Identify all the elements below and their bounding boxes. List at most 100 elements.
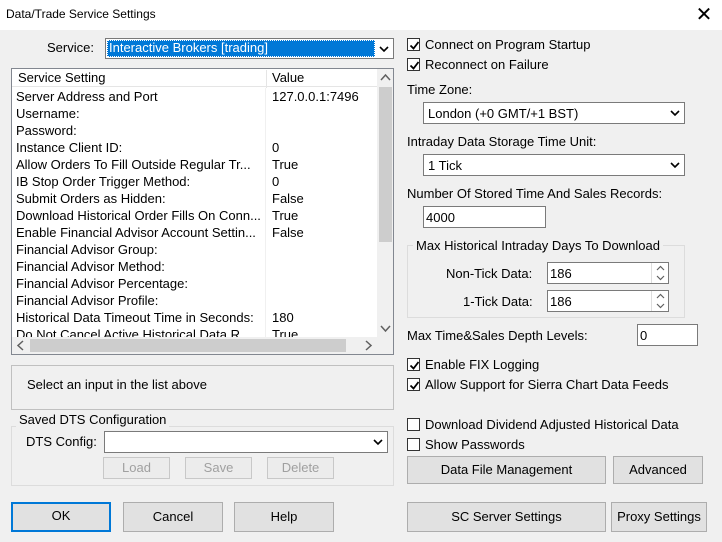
chevron-down-icon[interactable] bbox=[376, 40, 392, 57]
setting-value-cell[interactable]: 0 bbox=[272, 174, 279, 189]
checkmark-icon bbox=[409, 361, 420, 370]
checkmark-icon bbox=[409, 61, 420, 70]
reconnect-failure-label[interactable]: Reconnect on Failure bbox=[425, 57, 549, 72]
vertical-scrollbar[interactable] bbox=[377, 69, 394, 337]
setting-name-cell: Financial Advisor Method: bbox=[16, 259, 165, 274]
depth-levels-label: Max Time&Sales Depth Levels: bbox=[407, 328, 588, 343]
column-header-setting[interactable]: Service Setting bbox=[18, 70, 105, 85]
setting-name-cell: Username: bbox=[16, 106, 80, 121]
connect-startup-checkbox[interactable] bbox=[407, 38, 420, 51]
spin-up-icon[interactable] bbox=[652, 263, 669, 273]
dividend-adjusted-label[interactable]: Download Dividend Adjusted Historical Da… bbox=[425, 417, 679, 432]
dividend-adjusted-checkbox[interactable] bbox=[407, 418, 420, 431]
depth-levels-input[interactable]: 0 bbox=[637, 324, 698, 346]
storage-unit-dropdown[interactable]: 1 Tick bbox=[423, 154, 685, 176]
setting-value-cell[interactable]: 0 bbox=[272, 140, 279, 155]
save-button[interactable]: Save bbox=[185, 457, 252, 479]
one-tick-stepper[interactable]: 186 bbox=[547, 290, 669, 312]
table-row[interactable]: Enable Financial Advisor Account Settin.… bbox=[12, 224, 377, 241]
table-row[interactable]: Financial Advisor Method: bbox=[12, 258, 377, 275]
table-row[interactable]: Historical Data Timeout Time in Seconds:… bbox=[12, 309, 377, 326]
non-tick-stepper[interactable]: 186 bbox=[547, 262, 669, 284]
table-row[interactable]: Password: bbox=[12, 122, 377, 139]
delete-button[interactable]: Delete bbox=[267, 457, 334, 479]
non-tick-label: Non-Tick Data: bbox=[446, 266, 533, 281]
scroll-right-icon[interactable] bbox=[360, 337, 377, 354]
setting-name-cell: Instance Client ID: bbox=[16, 140, 123, 155]
chevron-down-icon[interactable] bbox=[667, 156, 683, 174]
service-dropdown[interactable]: Interactive Brokers [trading] bbox=[105, 38, 394, 59]
max-days-group-title: Max Historical Intraday Days To Download bbox=[413, 238, 663, 253]
dts-config-dropdown[interactable] bbox=[104, 431, 388, 453]
depth-levels-value: 0 bbox=[640, 328, 648, 343]
service-settings-list[interactable]: Service Setting Value Server Address and… bbox=[11, 68, 394, 355]
sierra-feeds-checkbox[interactable] bbox=[407, 378, 420, 391]
setting-name-cell: Enable Financial Advisor Account Settin.… bbox=[16, 225, 256, 240]
table-row[interactable]: Server Address and Port 127.0.0.1:7496 bbox=[12, 88, 377, 105]
stored-records-input[interactable]: 4000 bbox=[423, 206, 546, 228]
vertical-scroll-thumb[interactable] bbox=[379, 87, 392, 242]
setting-name-cell: Server Address and Port bbox=[16, 89, 158, 104]
setting-name-cell: IB Stop Order Trigger Method: bbox=[16, 174, 191, 189]
setting-name-cell: Financial Advisor Group: bbox=[16, 242, 158, 257]
show-passwords-checkbox[interactable] bbox=[407, 438, 420, 451]
data-file-management-button[interactable]: Data File Management bbox=[407, 456, 606, 484]
help-button[interactable]: Help bbox=[234, 502, 334, 532]
setting-name-cell: Historical Data Timeout Time in Seconds: bbox=[16, 310, 254, 325]
dts-config-label: DTS Config: bbox=[26, 434, 97, 449]
connect-startup-label[interactable]: Connect on Program Startup bbox=[425, 37, 590, 52]
table-row[interactable]: Submit Orders as Hidden: False bbox=[12, 190, 377, 207]
scroll-down-icon[interactable] bbox=[377, 320, 394, 337]
one-tick-value: 186 bbox=[550, 294, 572, 309]
close-icon[interactable]: ✕ bbox=[690, 2, 718, 28]
horizontal-scroll-thumb[interactable] bbox=[30, 339, 346, 352]
table-row[interactable]: Allow Orders To Fill Outside Regular Tr.… bbox=[12, 156, 377, 173]
setting-name-cell: Download Historical Order Fills On Conn.… bbox=[16, 208, 261, 223]
sierra-feeds-label[interactable]: Allow Support for Sierra Chart Data Feed… bbox=[425, 377, 669, 392]
scroll-left-icon[interactable] bbox=[12, 337, 29, 354]
advanced-button[interactable]: Advanced bbox=[613, 456, 703, 484]
sc-server-settings-button[interactable]: SC Server Settings bbox=[407, 502, 606, 532]
table-row[interactable]: Financial Advisor Percentage: bbox=[12, 275, 377, 292]
cancel-button[interactable]: Cancel bbox=[123, 502, 223, 532]
table-row[interactable]: Financial Advisor Profile: bbox=[12, 292, 377, 309]
stored-records-label: Number Of Stored Time And Sales Records: bbox=[407, 186, 663, 201]
ok-button[interactable]: OK bbox=[11, 502, 111, 532]
setting-value-cell[interactable]: 127.0.0.1:7496 bbox=[272, 89, 359, 104]
table-row[interactable]: Username: bbox=[12, 105, 377, 122]
spin-down-icon[interactable] bbox=[652, 273, 669, 283]
scroll-up-icon[interactable] bbox=[377, 69, 394, 86]
chevron-down-icon[interactable] bbox=[370, 433, 386, 451]
show-passwords-label[interactable]: Show Passwords bbox=[425, 437, 525, 452]
timezone-dropdown[interactable]: London (+0 GMT/+1 BST) bbox=[423, 102, 685, 124]
checkmark-icon bbox=[409, 381, 420, 390]
table-row[interactable]: Instance Client ID: 0 bbox=[12, 139, 377, 156]
service-selected-value: Interactive Brokers [trading] bbox=[107, 40, 375, 57]
spin-up-icon[interactable] bbox=[652, 291, 669, 301]
spin-down-icon[interactable] bbox=[652, 301, 669, 311]
non-tick-value: 186 bbox=[550, 266, 572, 281]
setting-description-text: Select an input in the list above bbox=[27, 377, 207, 392]
fix-logging-label[interactable]: Enable FIX Logging bbox=[425, 357, 539, 372]
setting-value-cell[interactable]: True bbox=[272, 157, 298, 172]
service-label: Service: bbox=[47, 40, 94, 55]
setting-value-cell[interactable]: 180 bbox=[272, 310, 294, 325]
proxy-settings-button[interactable]: Proxy Settings bbox=[611, 502, 707, 532]
reconnect-failure-checkbox[interactable] bbox=[407, 58, 420, 71]
setting-value-cell[interactable]: True bbox=[272, 208, 298, 223]
table-row[interactable]: Download Historical Order Fills On Conn.… bbox=[12, 207, 377, 224]
window-title: Data/Trade Service Settings bbox=[6, 7, 156, 21]
setting-value-cell[interactable]: False bbox=[272, 191, 304, 206]
horizontal-scrollbar[interactable] bbox=[12, 337, 393, 354]
list-header: Service Setting Value bbox=[12, 69, 377, 88]
column-header-value[interactable]: Value bbox=[272, 70, 304, 85]
table-row[interactable]: Financial Advisor Group: bbox=[12, 241, 377, 258]
setting-name-cell: Allow Orders To Fill Outside Regular Tr.… bbox=[16, 157, 251, 172]
load-button[interactable]: Load bbox=[103, 457, 170, 479]
stored-records-value: 4000 bbox=[426, 210, 455, 225]
setting-name-cell: Password: bbox=[16, 123, 77, 138]
setting-value-cell[interactable]: False bbox=[272, 225, 304, 240]
chevron-down-icon[interactable] bbox=[667, 104, 683, 122]
table-row[interactable]: IB Stop Order Trigger Method: 0 bbox=[12, 173, 377, 190]
fix-logging-checkbox[interactable] bbox=[407, 358, 420, 371]
